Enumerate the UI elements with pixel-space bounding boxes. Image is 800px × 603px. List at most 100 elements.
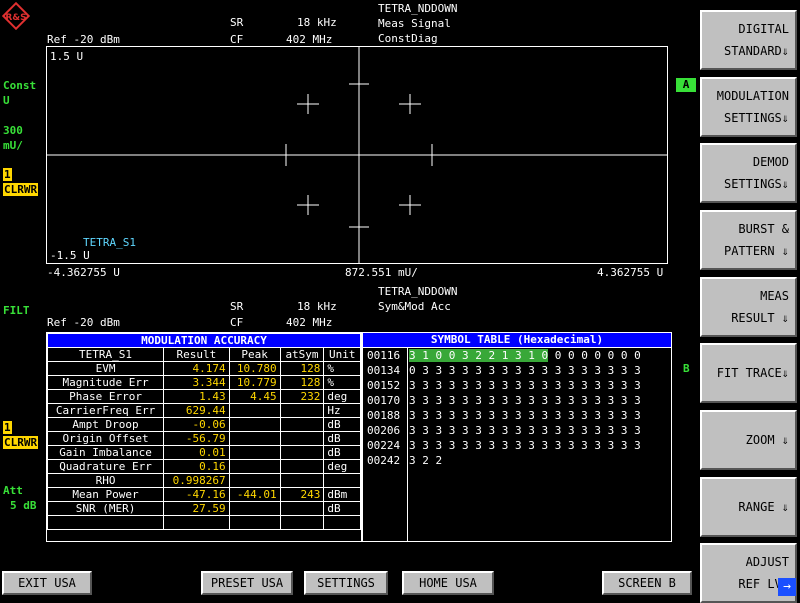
screen-a-marker[interactable]: A [676, 78, 696, 92]
table-cell [228, 403, 281, 418]
table-cell: 232 [279, 389, 325, 404]
table-cell: deg [323, 459, 361, 474]
demod-settings-button[interactable]: DEMOD SETTINGS⇓ [700, 143, 797, 203]
table-cell [323, 515, 361, 530]
table-row: RHO 0.998267 [46, 473, 361, 488]
bottom-standard: TETRA_NDDOWN [378, 285, 458, 298]
table-header: atSym [279, 347, 325, 362]
digital-standard-button[interactable]: DIGITAL STANDARD⇓ [700, 10, 797, 70]
symbol-row: 00152 3 3 3 3 3 3 3 3 3 3 3 3 3 3 3 3 3 3 [367, 378, 641, 393]
table-cell [279, 445, 325, 460]
x-axis-center: 872.551 mU/ [345, 266, 418, 279]
table-cell [279, 515, 325, 530]
softkey-label-line1: FIT TRACE⇓ [716, 366, 789, 380]
table-cell [228, 417, 281, 432]
constellation-point [399, 94, 421, 114]
symbol-values: 3 3 3 3 3 3 3 3 3 3 3 3 3 3 3 3 3 3 [409, 424, 641, 437]
table-cell [228, 501, 281, 516]
symbol-row: 00134 0 3 3 3 3 3 3 3 3 3 3 3 3 3 3 3 3 3 [367, 363, 641, 378]
table-cell: 243 [279, 487, 325, 502]
symbol-values: 0 3 3 3 3 3 3 3 3 3 3 3 3 3 3 3 3 3 [409, 364, 641, 377]
symbol-row: 00170 3 3 3 3 3 3 3 3 3 3 3 3 3 3 3 3 3 3 [367, 393, 641, 408]
meas-result-button[interactable]: MEAS RESULT ⇓ [700, 277, 797, 337]
preset-usa-button[interactable]: PRESET USA [201, 571, 293, 595]
mod-accuracy-panel: MODULATION ACCURACY TETRA_S1 Result Peak… [46, 332, 362, 542]
table-cell: dB [323, 417, 361, 432]
softkey-label-line2: PATTERN ⇓ [723, 244, 789, 258]
symbol-address: 00206 [367, 424, 401, 437]
side-const-label: Const [3, 79, 37, 92]
table-cell: 4.45 [228, 389, 281, 404]
table-cell [279, 473, 325, 488]
table-cell: dB [323, 431, 361, 446]
table-row [46, 515, 361, 530]
table-cell: 27.59 [163, 501, 230, 516]
screen-b-marker[interactable]: B [683, 362, 690, 375]
bottom-sr-value: 18 kHz [297, 300, 337, 313]
home-usa-button[interactable]: HOME USA [402, 571, 494, 595]
bottom-ref: Ref -20 dBm [47, 316, 120, 329]
table-cell: Ampt Droop [46, 417, 165, 432]
symbol-table-title: SYMBOL TABLE (Hexadecimal) [363, 333, 671, 348]
table-cell: % [323, 375, 361, 390]
x-axis-left: -4.362755 U [47, 266, 120, 279]
top-trace-mode: CLRWR [3, 183, 39, 196]
table-header: Unit [323, 347, 361, 362]
table-cell: -44.01 [228, 487, 281, 502]
bottom-sr-label: SR [230, 300, 244, 313]
table-cell: % [323, 361, 361, 376]
y-axis-max: 1.5 U [50, 50, 84, 63]
softkey-label-line2: SETTINGS⇓ [723, 177, 789, 191]
table-cell: -47.16 [163, 487, 230, 502]
range-button[interactable]: RANGE ⇓ [700, 477, 797, 537]
constellation-diagram: 1.5 U -1.5 U TETRA_S1 [46, 46, 668, 264]
burst-pattern-button[interactable]: BURST & PATTERN ⇓ [700, 210, 797, 270]
bottom-cf-value: 402 MHz [286, 316, 333, 329]
table-cell: 3.344 [163, 375, 230, 390]
table-row: Magnitude Err 3.344 10.779 128% [46, 375, 361, 390]
table-cell: RHO [46, 473, 165, 488]
table-row: Origin Offset -56.79 dB [46, 431, 361, 446]
symbol-highlight: 3 1 0 0 3 2 2 1 3 1 0 [409, 349, 549, 362]
table-row: Ampt Droop -0.06 dB [46, 417, 361, 432]
arrow-right-icon[interactable]: → [778, 578, 796, 596]
modulation-settings-button[interactable]: MODULATION SETTINGS⇓ [700, 77, 797, 137]
symbol-row: 00188 3 3 3 3 3 3 3 3 3 3 3 3 3 3 3 3 3 3 [367, 408, 641, 423]
bottom-cf-label: CF [230, 316, 244, 329]
symbol-address: 00170 [367, 394, 401, 407]
table-header: Peak [228, 347, 281, 362]
mod-accuracy-title: MODULATION ACCURACY [47, 333, 361, 348]
table-cell [279, 403, 325, 418]
constellation-point [426, 144, 438, 166]
screen-b-button[interactable]: SCREEN B [602, 571, 692, 595]
symbol-values: 3 3 3 3 3 3 3 3 3 3 3 3 3 3 3 3 3 3 [409, 394, 641, 407]
top-sr-label: SR [230, 16, 244, 29]
exit-usa-button[interactable]: EXIT USA [2, 571, 92, 595]
table-cell [46, 515, 165, 530]
zoom-button[interactable]: ZOOM ⇓ [700, 410, 797, 470]
symbol-row: 00242 3 2 2 [367, 453, 641, 468]
symbol-table-body: 00116 3 1 0 0 3 2 2 1 3 1 0 0 0 0 0 0 0 0… [367, 348, 641, 468]
table-cell: 1.43 [163, 389, 230, 404]
table-cell: Gain Imbalance [46, 445, 165, 460]
side-scale-value: 300 [3, 124, 23, 137]
constellation-point [297, 94, 319, 114]
att-value: 5 dB [10, 499, 37, 512]
table-row: Quadrature Err 0.16 deg [46, 459, 361, 474]
table-row: Gain Imbalance 0.01 dB [46, 445, 361, 460]
top-cf-value: 402 MHz [286, 33, 333, 46]
settings-button[interactable]: SETTINGS [304, 571, 388, 595]
table-row: Phase Error 1.43 4.45 232 deg [46, 389, 361, 404]
table-cell: Origin Offset [46, 431, 165, 446]
softkey-label-line1: ADJUST [745, 555, 789, 569]
table-cell [228, 459, 281, 474]
softkey-label-line1: ZOOM ⇓ [745, 433, 789, 447]
trace-label: TETRA_S1 [83, 236, 136, 249]
bottom-trace-mode: CLRWR [3, 436, 39, 449]
table-cell [279, 431, 325, 446]
table-cell [163, 515, 230, 530]
fit-trace-button[interactable]: FIT TRACE⇓ [700, 343, 797, 403]
top-meas-line1: Meas Signal [378, 17, 451, 30]
table-cell: SNR (MER) [46, 501, 165, 516]
symbol-address: 00152 [367, 379, 401, 392]
